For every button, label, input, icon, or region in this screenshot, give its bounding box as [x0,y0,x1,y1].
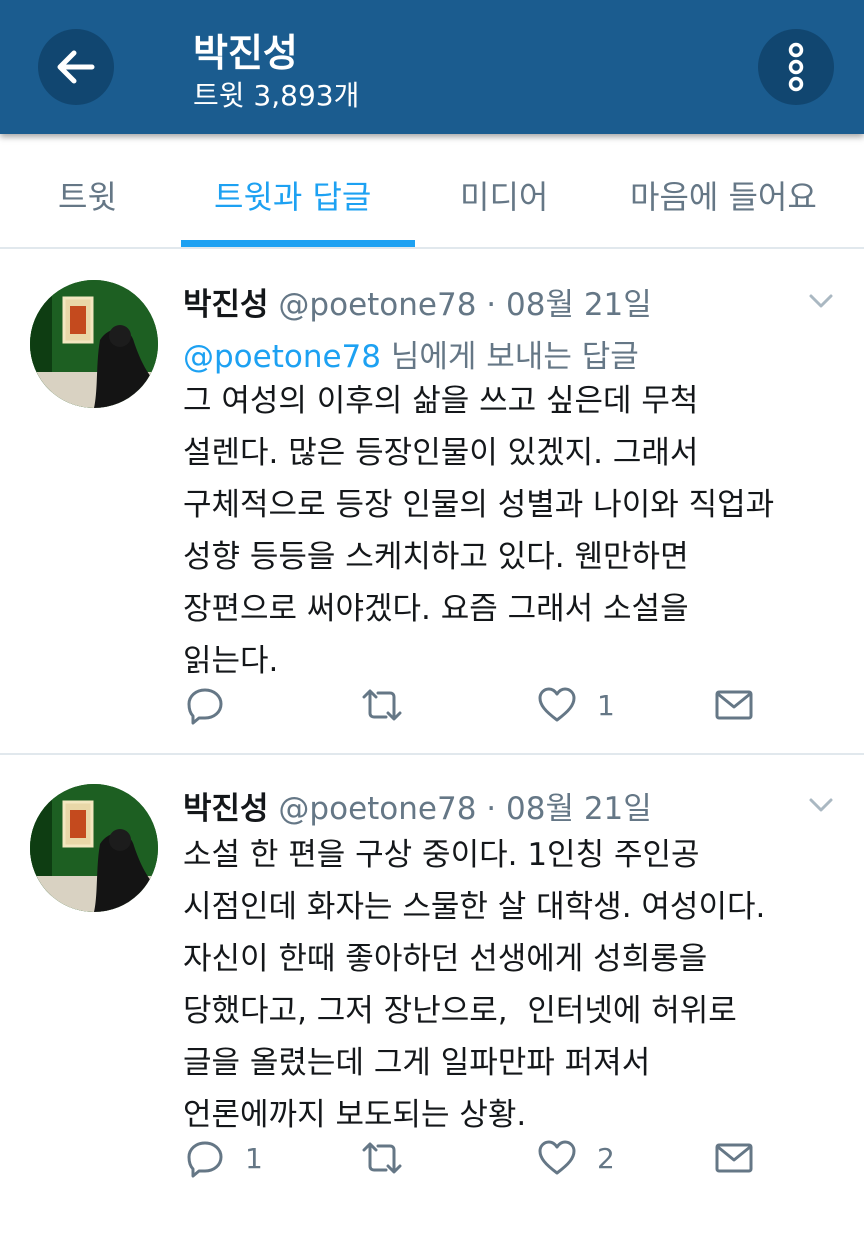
direct-message-button[interactable] [714,1133,754,1183]
profile-tabs: 트윗 트윗과 답글 미디어 마음에 들어요 [0,134,864,249]
tweet-item[interactable]: 박진성 @poetone78 · 08월 21일 소설 한 편을 구상 중이다.… [0,755,864,1200]
back-button[interactable] [38,29,114,105]
reply-button[interactable] [185,680,245,730]
tweet-header: 박진성 @poetone78 · 08월 21일 [183,783,652,828]
reply-count: 1 [245,1141,263,1175]
retweet-icon [362,1142,402,1174]
more-options-button[interactable] [758,29,834,105]
tweet-text-line: 시점인데 화자는 스물한 살 대학생. 여성이다. [183,889,766,925]
envelope-icon [715,1143,753,1173]
tweet-text-line: 자신이 한때 좋아하던 선생에게 성희롱을 [183,941,708,977]
tab-tweets-and-replies[interactable]: 트윗과 답글 [214,172,371,218]
retweet-button[interactable] [360,1133,424,1183]
tweet-item[interactable]: 박진성 @poetone78 · 08월 21일 @poetone78 님에게 … [0,249,864,755]
reply-to-label: 님에게 보내는 답글 [381,339,639,375]
retweet-button[interactable] [360,680,424,730]
profile-header: 박진성 트윗 3,893개 [0,0,864,134]
tweet-count: 트윗 3,893개 [193,79,360,112]
tweet-text-line: 설렌다. 많은 등장인물이 있겠지. 그래서 [183,435,699,471]
tweet-text-line: 소설 한 편을 구상 중이다. 1인칭 주인공 [183,837,700,873]
tab-tweets[interactable]: 트윗 [58,172,117,218]
reply-context: @poetone78 님에게 보내는 답글 [183,331,639,376]
tab-media[interactable]: 미디어 [460,172,548,218]
tweet-date: · 08월 21일 [476,791,652,827]
envelope-icon [715,690,753,720]
profile-name: 박진성 [193,31,298,75]
retweet-icon [362,689,402,721]
tweet-text-line: 당했다고, 그저 장난으로, 인터넷에 허위로 [183,993,737,1029]
direct-message-button[interactable] [714,680,754,730]
tweet-text: 그 여성의 이후의 삶을 쓰고 싶은데 무척 설렌다. 많은 등장인물이 있겠지… [183,375,853,687]
tweet-text-line: 그 여성의 이후의 삶을 쓰고 싶은데 무척 [183,383,699,419]
author-handle[interactable]: @poetone78 [278,791,476,827]
tweet-text: 소설 한 편을 구상 중이다. 1인칭 주인공 시점인데 화자는 스물한 살 대… [183,829,853,1141]
more-vertical-icon [788,42,804,92]
avatar-image [30,280,158,408]
avatar[interactable] [30,784,158,912]
chevron-down-icon [809,294,833,308]
tweet-text-line: 장편으로 써야겠다. 요즘 그래서 소설을 [183,591,689,627]
like-button[interactable]: 2 [537,1133,615,1183]
reply-icon [187,1141,223,1178]
reply-button[interactable]: 1 [185,1133,263,1183]
avatar-image [30,784,158,912]
tweet-text-line: 글을 올렸는데 그게 일파만파 퍼져서 [183,1045,651,1081]
tweet-date: · 08월 21일 [476,287,652,323]
like-button[interactable]: 1 [537,680,615,730]
tab-likes[interactable]: 마음에 들어요 [630,172,817,218]
tweet-menu-button[interactable] [806,286,836,316]
arrow-left-icon [57,50,95,84]
active-tab-indicator [181,240,415,247]
reply-icon [187,688,223,725]
tweet-header: 박진성 @poetone78 · 08월 21일 [183,279,652,324]
heart-icon [538,687,576,722]
chevron-down-icon [809,798,833,812]
tweet-actions: 1 [0,680,864,730]
like-count: 1 [597,688,615,722]
reply-to-handle[interactable]: @poetone78 [183,339,381,375]
author-name[interactable]: 박진성 [183,791,269,827]
author-handle[interactable]: @poetone78 [278,287,476,323]
tweet-text-line: 구체적으로 등장 인물의 성별과 나이와 직업과 [183,487,775,523]
tweet-text-line: 성향 등등을 스케치하고 있다. 웬만하면 [183,539,689,575]
tweet-actions-row: 1 2 [0,1133,864,1183]
heart-icon [538,1140,576,1175]
avatar[interactable] [30,280,158,408]
tweet-menu-button[interactable] [806,790,836,820]
like-count: 2 [597,1141,615,1175]
author-name[interactable]: 박진성 [183,287,269,323]
tweet-actions [0,1185,864,1235]
